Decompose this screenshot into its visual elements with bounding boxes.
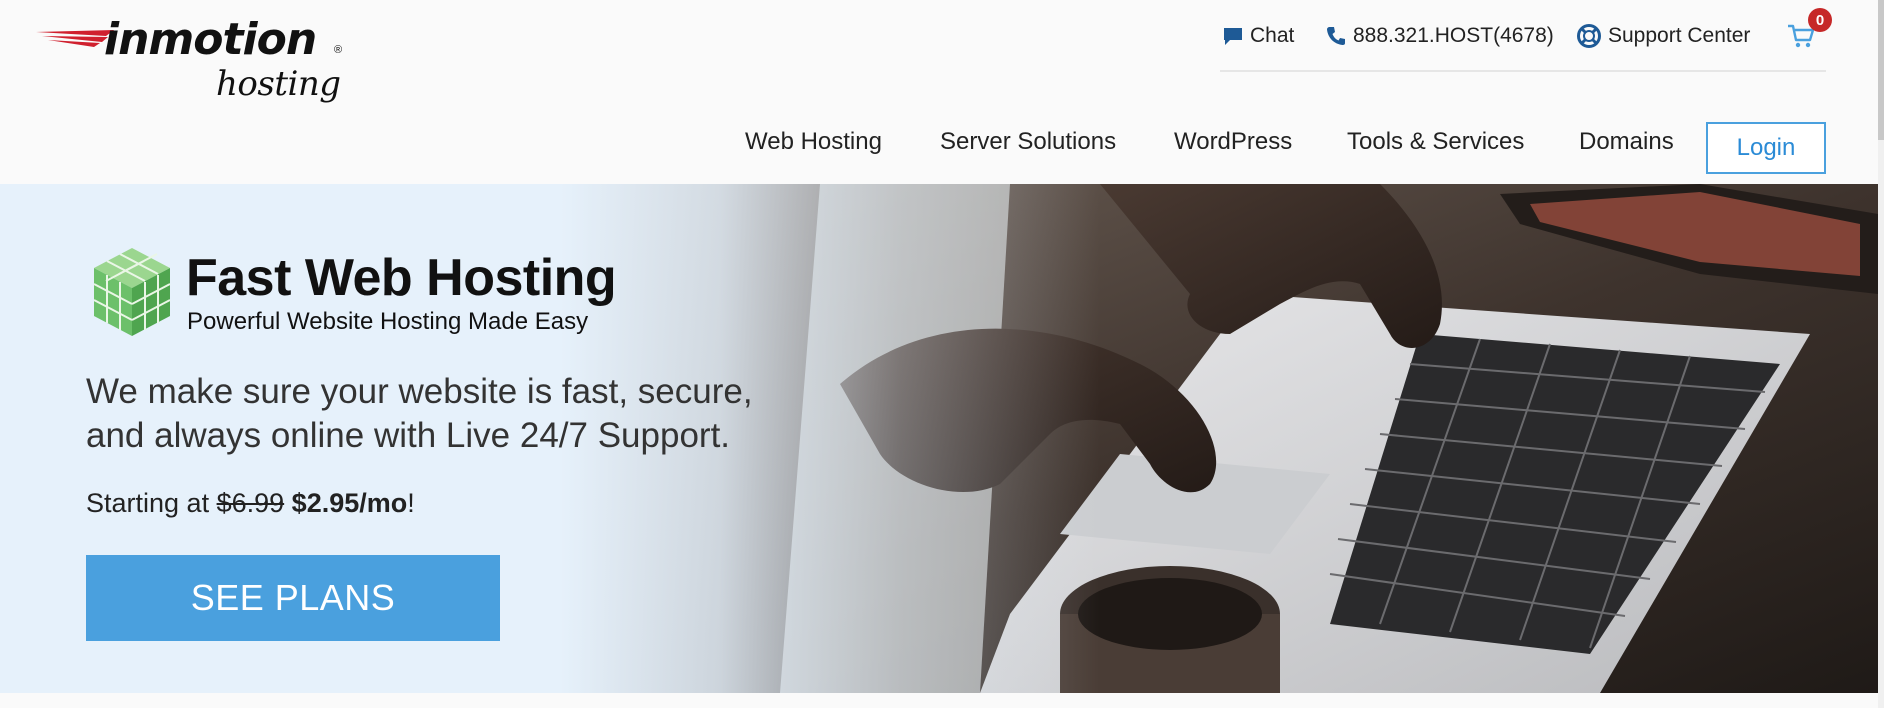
chat-link[interactable]: Chat <box>1222 20 1294 52</box>
see-plans-button[interactable]: SEE PLANS <box>86 555 500 641</box>
nav-item-tools-services[interactable]: Tools & Services <box>1347 128 1524 156</box>
hero-banner: Fast Web Hosting Powerful Website Hostin… <box>0 184 1878 693</box>
phone-link[interactable]: 888.321.HOST(4678) <box>1325 20 1554 52</box>
hero-description-line-2: and always online with Live 24/7 Support… <box>86 416 731 455</box>
hero-description-line-1: We make sure your website is fast, secur… <box>86 372 753 411</box>
support-center-label: Support Center <box>1608 24 1751 47</box>
nav-item-domains[interactable]: Domains <box>1579 128 1674 156</box>
utility-bar: Chat 888.321.HOST(4678) Support Center 0 <box>1220 8 1832 72</box>
logo-registered-mark: ® <box>334 44 343 56</box>
price-new: $2.95/mo <box>291 488 408 518</box>
hero-description: We make sure your website is fast, secur… <box>86 370 806 458</box>
page-bottom-strip <box>0 693 1884 708</box>
cart-count-badge: 0 <box>1808 8 1832 32</box>
hero-price: Starting at $6.99 $2.95/mo! <box>86 488 415 519</box>
support-center-link[interactable]: Support Center <box>1576 20 1750 52</box>
site-header: inmotion ® hosting Chat 888.321.HOST(467… <box>0 0 1884 184</box>
lifebuoy-icon <box>1577 24 1601 48</box>
hero-title: Fast Web Hosting <box>186 249 617 307</box>
hero-subtitle: Powerful Website Hosting Made Easy <box>187 308 589 335</box>
phone-number: 888.321.HOST(4678) <box>1353 24 1554 47</box>
logo-subtext: hosting <box>216 64 341 104</box>
nav-item-server-solutions[interactable]: Server Solutions <box>940 128 1116 156</box>
chat-icon <box>1224 28 1242 45</box>
nav-item-web-hosting[interactable]: Web Hosting <box>745 128 882 156</box>
scrollbar-thumb[interactable] <box>1878 0 1884 140</box>
login-button[interactable]: Login <box>1706 122 1826 174</box>
scrollbar[interactable] <box>1878 0 1884 708</box>
chat-label: Chat <box>1250 24 1295 47</box>
logo[interactable]: inmotion ® hosting <box>36 14 356 104</box>
nav-item-wordpress[interactable]: WordPress <box>1174 128 1292 156</box>
cube-icon <box>93 248 171 336</box>
phone-icon <box>1327 27 1345 45</box>
price-old: $6.99 <box>216 488 285 518</box>
main-nav: Web Hosting Server Solutions WordPress T… <box>0 122 1884 174</box>
price-prefix: Starting at <box>86 488 217 518</box>
price-suffix: ! <box>407 488 415 518</box>
cart-button[interactable]: 0 <box>1786 8 1832 52</box>
logo-wordmark: inmotion <box>104 14 317 65</box>
